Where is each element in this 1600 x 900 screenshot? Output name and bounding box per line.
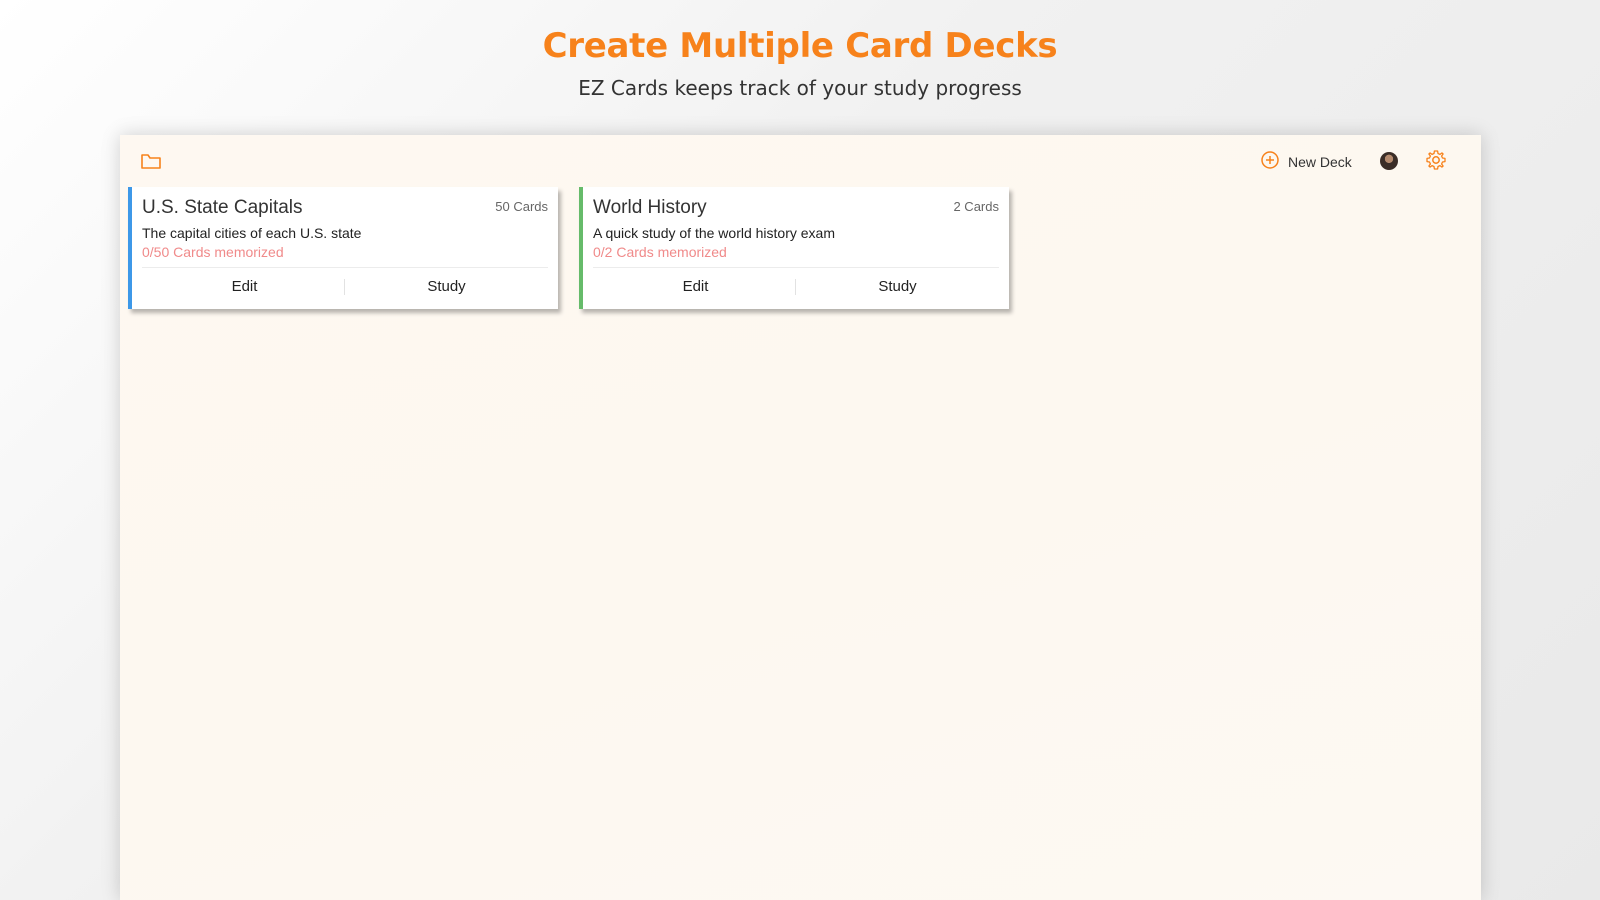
new-deck-label: New Deck [1288, 154, 1352, 170]
promo-header: Create Multiple Card Decks EZ Cards keep… [0, 0, 1600, 130]
promo-subtitle: EZ Cards keeps track of your study progr… [578, 76, 1022, 100]
study-button[interactable]: Study [795, 271, 1000, 301]
deck-divider [142, 267, 548, 268]
folder-icon[interactable] [140, 151, 164, 173]
deck-card-us-state-capitals[interactable]: U.S. State Capitals 50 Cards The capital… [128, 187, 558, 309]
gear-icon[interactable] [1425, 149, 1449, 173]
avatar[interactable] [1380, 152, 1398, 170]
deck-card-count: 50 Cards [495, 199, 548, 214]
deck-description: The capital cities of each U.S. state [142, 225, 362, 241]
deck-divider [593, 267, 999, 268]
deck-progress: 0/50 Cards memorized [142, 244, 284, 260]
deck-title: U.S. State Capitals [142, 197, 303, 218]
study-button[interactable]: Study [344, 271, 549, 301]
app-window: New Deck U.S. State Capitals 50 Cards Th… [120, 135, 1481, 900]
deck-title: World History [593, 197, 707, 218]
deck-description: A quick study of the world history exam [593, 225, 835, 241]
deck-progress: 0/2 Cards memorized [593, 244, 727, 260]
deck-card-world-history[interactable]: World History 2 Cards A quick study of t… [579, 187, 1009, 309]
toolbar: New Deck [120, 135, 1481, 191]
plus-circle-icon [1260, 150, 1280, 174]
promo-title: Create Multiple Card Decks [542, 26, 1058, 66]
edit-button[interactable]: Edit [593, 271, 798, 301]
new-deck-button[interactable]: New Deck [1260, 149, 1352, 175]
edit-button[interactable]: Edit [142, 271, 347, 301]
deck-card-count: 2 Cards [953, 199, 999, 214]
